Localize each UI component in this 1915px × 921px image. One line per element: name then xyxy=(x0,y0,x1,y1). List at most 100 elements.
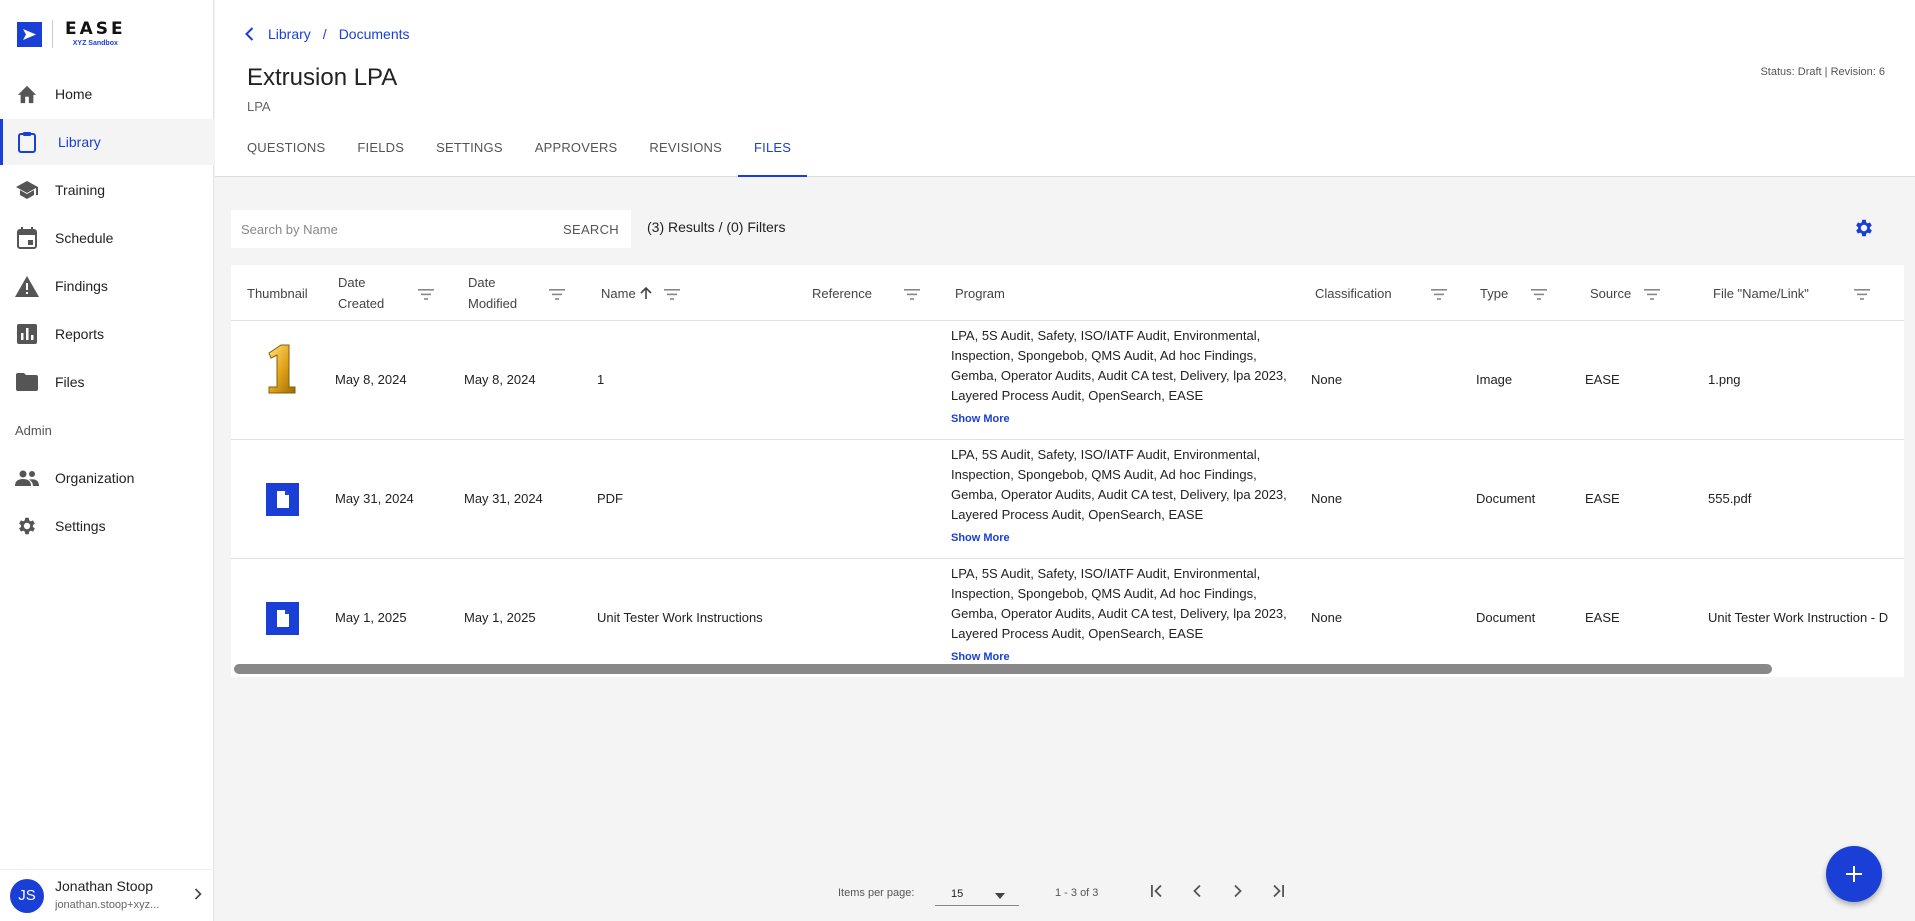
sidebar-item-organization[interactable]: Organization xyxy=(0,455,214,501)
logo-mark-icon xyxy=(17,21,42,47)
user-menu[interactable]: JS Jonathan Stoop jonathan.stoop+xyz... xyxy=(0,869,214,921)
first-page-icon[interactable] xyxy=(1150,884,1164,903)
items-per-page-select[interactable]: 15 xyxy=(935,880,1019,906)
tab-fields[interactable]: FIELDS xyxy=(357,140,404,177)
classification: None xyxy=(1311,610,1343,625)
filter-icon[interactable] xyxy=(1854,287,1870,305)
user-email: jonathan.stoop+xyz... xyxy=(55,899,160,911)
bar-chart-icon xyxy=(15,322,39,346)
column-date-modified[interactable]: Date Modified xyxy=(468,265,517,321)
pagination-range: 1 - 3 of 3 xyxy=(1055,887,1099,899)
home-icon xyxy=(15,82,39,106)
filter-icon[interactable] xyxy=(549,287,565,305)
people-icon xyxy=(15,466,39,490)
tab-files[interactable]: FILES xyxy=(738,140,808,177)
page-title: Extrusion LPA xyxy=(247,64,398,91)
sidebar-item-home[interactable]: Home xyxy=(0,71,214,117)
tab-questions[interactable]: QUESTIONS xyxy=(247,140,325,177)
table-row[interactable]: May 1, 2025 May 1, 2025 Unit Tester Work… xyxy=(231,559,1904,677)
graduation-cap-icon xyxy=(15,178,39,202)
sidebar-item-label: Library xyxy=(58,134,101,150)
table-header: Thumbnail Date Created Date Modified Nam… xyxy=(231,265,1904,321)
last-page-icon[interactable] xyxy=(1271,884,1285,903)
sidebar-item-reports[interactable]: Reports xyxy=(0,311,214,357)
filter-icon[interactable] xyxy=(1531,287,1547,305)
table-row[interactable]: May 31, 2024 May 31, 2024 PDF LPA, 5S Au… xyxy=(231,440,1904,559)
column-type[interactable]: Type xyxy=(1480,265,1508,321)
status-revision: Status: Draft | Revision: 6 xyxy=(1760,66,1885,78)
search-input[interactable] xyxy=(241,221,541,237)
search-box: SEARCH xyxy=(231,210,631,248)
sidebar-item-label: Home xyxy=(55,86,93,102)
calendar-icon xyxy=(15,226,39,250)
sidebar-item-library[interactable]: Library xyxy=(0,119,214,165)
tab-settings[interactable]: SETTINGS xyxy=(436,140,503,177)
breadcrumb: Library / Documents xyxy=(245,26,410,42)
type: Document xyxy=(1476,610,1536,625)
filter-icon[interactable] xyxy=(664,287,680,305)
sidebar-item-label: Reports xyxy=(55,326,105,342)
sidebar-item-training[interactable]: Training xyxy=(0,167,214,213)
sidebar: EASE XYZ Sandbox Home Library Training S… xyxy=(0,0,214,921)
thumbnail-number-one-image[interactable] xyxy=(263,343,297,398)
add-file-button[interactable] xyxy=(1826,846,1882,902)
gear-icon xyxy=(15,514,39,538)
horizontal-scrollbar[interactable] xyxy=(234,664,1772,674)
file-name: PDF xyxy=(597,491,623,506)
column-classification[interactable]: Classification xyxy=(1315,265,1392,321)
thumbnail-document-icon[interactable] xyxy=(266,602,299,638)
logo-subtitle: XYZ Sandbox xyxy=(72,40,118,47)
date-created: May 8, 2024 xyxy=(335,372,407,387)
column-name[interactable]: Name xyxy=(601,265,652,321)
source: EASE xyxy=(1585,610,1620,625)
source: EASE xyxy=(1585,372,1620,387)
show-more-link[interactable]: Show More xyxy=(951,651,1010,663)
sort-arrow-up-icon[interactable] xyxy=(640,286,652,300)
sidebar-item-label: Settings xyxy=(55,518,106,534)
previous-page-icon[interactable] xyxy=(1192,884,1202,903)
breadcrumb-documents[interactable]: Documents xyxy=(339,26,410,42)
sidebar-item-files[interactable]: Files xyxy=(0,359,214,405)
date-modified: May 8, 2024 xyxy=(464,372,536,387)
date-created: May 31, 2024 xyxy=(335,491,414,506)
sidebar-item-label: Files xyxy=(55,374,85,390)
column-reference[interactable]: Reference xyxy=(812,265,872,321)
files-table: Thumbnail Date Created Date Modified Nam… xyxy=(231,265,1904,677)
filter-icon[interactable] xyxy=(1644,287,1660,305)
date-modified: May 1, 2025 xyxy=(464,610,536,625)
column-program[interactable]: Program xyxy=(955,265,1005,321)
file-link[interactable]: Unit Tester Work Instruction - D xyxy=(1708,610,1888,625)
show-more-link[interactable]: Show More xyxy=(951,532,1010,544)
column-file-name-link[interactable]: File "Name/Link" xyxy=(1713,265,1809,321)
sidebar-item-schedule[interactable]: Schedule xyxy=(0,215,214,261)
column-label: Modified xyxy=(468,296,518,311)
file-link[interactable]: 1.png xyxy=(1708,372,1741,387)
chevron-right-icon[interactable] xyxy=(194,887,202,905)
tab-approvers[interactable]: APPROVERS xyxy=(535,140,618,177)
table-row[interactable]: May 8, 2024 May 8, 2024 1 LPA, 5S Audit,… xyxy=(231,321,1904,440)
show-more-link[interactable]: Show More xyxy=(951,413,1010,425)
file-name: Unit Tester Work Instructions xyxy=(597,610,763,625)
next-page-icon[interactable] xyxy=(1233,884,1243,903)
thumbnail-document-icon[interactable] xyxy=(266,483,299,519)
column-label: Date xyxy=(468,275,496,290)
filter-icon[interactable] xyxy=(418,287,434,305)
file-link[interactable]: 555.pdf xyxy=(1708,491,1751,506)
filter-icon[interactable] xyxy=(1431,287,1447,305)
page-subtitle: LPA xyxy=(247,99,271,114)
back-chevron-icon[interactable] xyxy=(245,27,254,41)
sidebar-item-label: Schedule xyxy=(55,230,114,246)
sidebar-item-settings[interactable]: Settings xyxy=(0,503,214,549)
breadcrumb-library[interactable]: Library xyxy=(268,26,311,42)
app-logo[interactable]: EASE XYZ Sandbox xyxy=(17,20,126,48)
column-date-created[interactable]: Date Created xyxy=(338,265,384,321)
column-source[interactable]: Source xyxy=(1590,265,1631,321)
items-per-page-label: Items per page: xyxy=(838,887,915,899)
table-settings-gear-icon[interactable] xyxy=(1853,217,1875,244)
tab-revisions[interactable]: REVISIONS xyxy=(649,140,722,177)
filter-icon[interactable] xyxy=(904,287,920,305)
folder-icon xyxy=(15,370,39,394)
search-button[interactable]: SEARCH xyxy=(563,222,619,237)
file-name: 1 xyxy=(597,372,605,387)
sidebar-item-findings[interactable]: Findings xyxy=(0,263,214,309)
